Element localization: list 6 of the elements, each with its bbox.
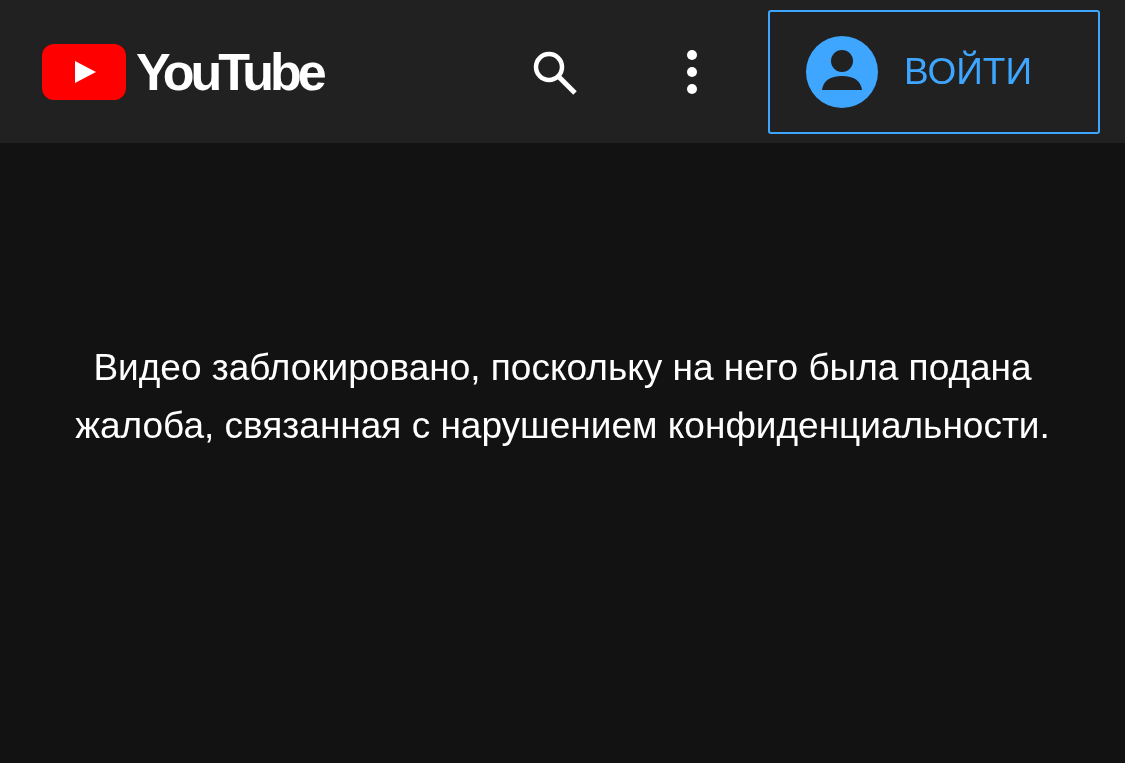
account-icon <box>806 35 878 108</box>
sign-in-button[interactable]: ВОЙТИ <box>768 9 1100 134</box>
play-logo-icon[interactable] <box>42 43 126 100</box>
blocked-message: Видео заблокировано, поскольку на него была подана жалоба, связанная с нарушением конфиденциальности. <box>74 346 1051 448</box>
logo-text[interactable]: YouTube <box>136 45 323 98</box>
menu-icon[interactable] <box>686 48 698 95</box>
